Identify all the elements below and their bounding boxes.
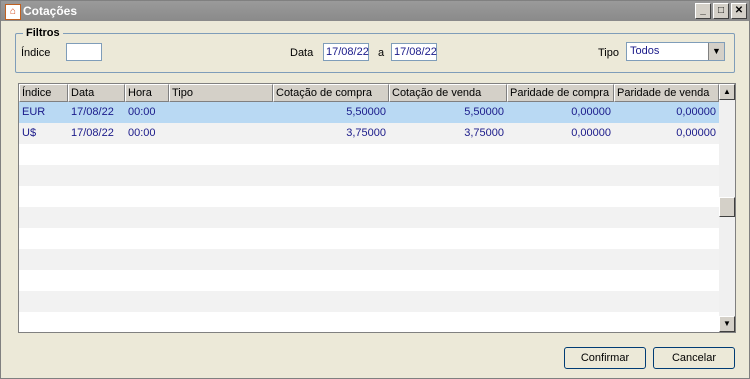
table-row[interactable] — [19, 291, 719, 312]
table-row[interactable] — [19, 207, 719, 228]
cancel-button[interactable]: Cancelar — [653, 347, 735, 369]
data-label: Data — [290, 47, 314, 59]
table-cell: 00:00 — [128, 127, 156, 139]
table-row[interactable] — [19, 249, 719, 270]
column-header[interactable]: Cotação de venda — [389, 84, 507, 102]
cotacoes-window: ⌂ Cotações _ □ ✕ Filtros Índice Data 17/… — [0, 0, 750, 379]
table-cell: EUR — [22, 106, 46, 118]
a-label: a — [378, 47, 385, 59]
scroll-thumb[interactable] — [719, 197, 735, 217]
table-cell: U$ — [22, 127, 37, 139]
table-cell: 17/08/22 — [71, 106, 114, 118]
table-cell: 0,00000 — [571, 127, 611, 139]
table-row[interactable] — [19, 144, 719, 165]
table-cell: 17/08/22 — [71, 127, 114, 139]
table-cell — [169, 123, 273, 144]
table-cell: 0,00000 — [676, 127, 716, 139]
table-cell: 00:00 — [128, 106, 156, 118]
table-cell — [169, 102, 273, 123]
date-to-input[interactable]: 17/08/22 — [391, 43, 437, 61]
column-header[interactable]: Data — [68, 84, 125, 102]
tipo-select[interactable]: Todos ▼ — [626, 42, 725, 61]
tipo-label: Tipo — [598, 47, 619, 59]
confirm-button[interactable]: Confirmar — [564, 347, 646, 369]
maximize-button[interactable]: □ — [713, 3, 729, 19]
table-row[interactable]: EUR 17/08/22 00:00 5,50000 5,50000 0,00000 0,0… — [19, 102, 719, 123]
tipo-select-value: Todos — [630, 45, 660, 57]
table-row[interactable] — [19, 186, 719, 207]
window-title: Cotações — [23, 4, 78, 18]
chevron-down-icon[interactable]: ▼ — [708, 43, 724, 60]
table-row[interactable] — [19, 312, 719, 332]
indice-label: Índice — [21, 47, 51, 59]
scroll-down-icon[interactable]: ▼ — [719, 316, 735, 332]
indice-input[interactable] — [66, 43, 102, 61]
title-bar[interactable]: ⌂ Cotações _ □ ✕ — [1, 1, 749, 21]
column-header[interactable]: Cotação de compra — [273, 84, 389, 102]
app-icon: ⌂ — [5, 4, 21, 20]
minimize-button[interactable]: _ — [695, 3, 711, 19]
filters-legend: Filtros — [23, 27, 63, 39]
table-row[interactable] — [19, 228, 719, 249]
scroll-up-icon[interactable]: ▲ — [719, 84, 735, 100]
column-header[interactable]: Hora — [125, 84, 169, 102]
table-cell: 3,75000 — [464, 127, 504, 139]
column-header[interactable]: Paridade de compra — [507, 84, 614, 102]
table-cell: 0,00000 — [571, 106, 611, 118]
date-from-input[interactable]: 17/08/22 — [323, 43, 369, 61]
vertical-scrollbar[interactable]: ▲ ▼ — [719, 84, 735, 332]
table-cell: 3,75000 — [346, 127, 386, 139]
table-cell: 0,00000 — [676, 106, 716, 118]
column-header[interactable]: Índice — [19, 84, 68, 102]
quotes-grid[interactable]: Índice Data Hora Tipo Cotação de compra Cotaç… — [18, 83, 736, 333]
close-button[interactable]: ✕ — [731, 3, 747, 19]
column-header[interactable]: Tipo — [169, 84, 273, 102]
table-cell: 5,50000 — [346, 106, 386, 118]
table-row[interactable] — [19, 165, 719, 186]
column-header[interactable]: Paridade de venda — [614, 84, 719, 102]
table-row[interactable]: U$ 17/08/22 00:00 3,75000 3,75000 0,00000 0,00… — [19, 123, 719, 144]
table-cell: 5,50000 — [464, 106, 504, 118]
grid-header: Índice Data Hora Tipo Cotação de compra Cotaç… — [19, 84, 719, 102]
table-row[interactable] — [19, 270, 719, 291]
